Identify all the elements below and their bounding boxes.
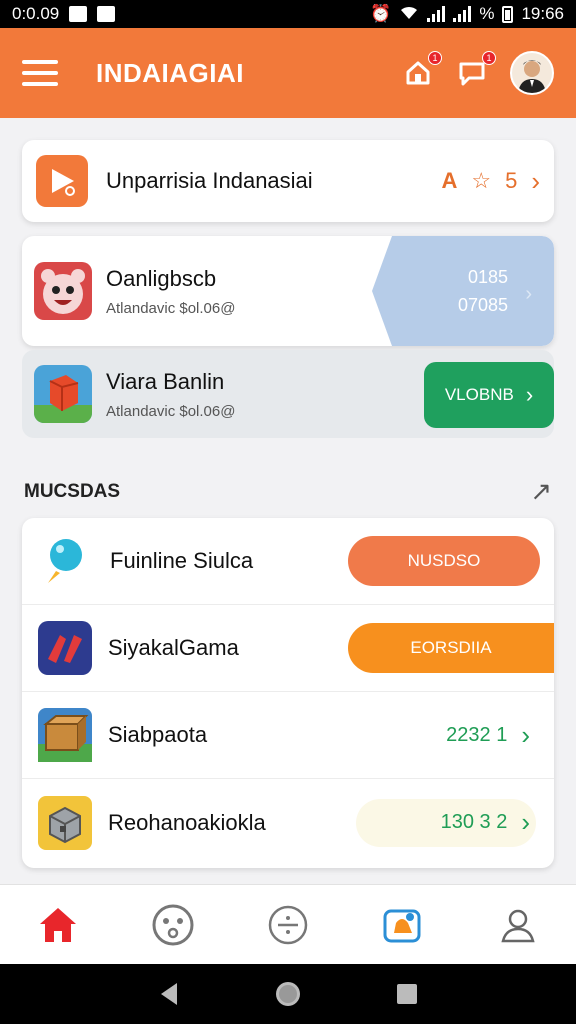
- play-app-icon: [36, 155, 88, 207]
- crate-icon: [38, 708, 92, 762]
- nav-puzzle[interactable]: [378, 900, 428, 950]
- section-title: MUCSDAS: [24, 480, 121, 502]
- game-list: Fuinline Siulca NUSDSO SiyakalGama EORSD…: [22, 518, 554, 868]
- recents-icon[interactable]: [395, 982, 419, 1006]
- app-header: INDAIAGIAI 1 1: [0, 28, 576, 118]
- promo2-button-label: VLOBNB: [444, 385, 514, 404]
- block-icon: [38, 795, 92, 850]
- list-item-label: SiyakalGama: [108, 635, 239, 660]
- chat-icon: [459, 62, 485, 86]
- home-icon: [406, 61, 430, 85]
- promo2-subtitle: Atlandavic $ol.06@: [106, 402, 236, 420]
- action-button[interactable]: NUSDSO: [348, 536, 540, 586]
- promo-card-1[interactable]: Oanligbscb Atlandavic $ol.06@ 0185 07085…: [22, 236, 554, 346]
- promo-card-2[interactable]: Viara Banlin Atlandavic $ol.06@ VLOBNB ›: [22, 350, 554, 438]
- rating-letter: A: [441, 168, 458, 193]
- battery-icon: [502, 5, 514, 23]
- nav-games[interactable]: [148, 900, 198, 950]
- avatar[interactable]: [510, 51, 554, 95]
- list-item-label: Siabpaota: [108, 722, 208, 747]
- chevron-right-icon: ›: [525, 283, 532, 305]
- promo1-flag-line2: 07085: [457, 295, 508, 315]
- face-icon: [152, 904, 194, 945]
- star-icon: ☆: [471, 168, 492, 193]
- rating-value: 5: [505, 168, 518, 193]
- promo2-title: Viara Banlin: [106, 368, 225, 394]
- list-item[interactable]: Siabpaota 2232 1 ›: [22, 692, 554, 779]
- list-item[interactable]: Fuinline Siulca NUSDSO: [22, 518, 554, 605]
- promo1-subtitle: Atlandavic $ol.06@: [106, 299, 236, 317]
- nav-divide[interactable]: [263, 900, 313, 950]
- puzzle-icon: [383, 909, 421, 942]
- promo1-title: Oanligbscb: [106, 265, 217, 291]
- nav-home[interactable]: [33, 900, 83, 950]
- promo1-flag[interactable]: 0185 07085 ›: [372, 236, 554, 346]
- promo1-flag-line1: 0185: [467, 267, 508, 287]
- expand-arrow-icon[interactable]: ↗: [530, 476, 552, 507]
- pig-game-icon: [34, 262, 92, 320]
- status-clock: 19:66: [521, 4, 564, 23]
- home-icon: [39, 907, 76, 942]
- signal-icon: [427, 6, 446, 22]
- chevron-right-icon[interactable]: ›: [531, 166, 540, 197]
- home-badge: 1: [428, 51, 442, 65]
- featured-card[interactable]: Unparrisia Indanasiai A ☆ 5 ›: [22, 140, 554, 222]
- bottom-nav: [0, 884, 576, 964]
- chat-badge: 1: [482, 51, 496, 65]
- chat-button[interactable]: 1: [456, 51, 496, 89]
- divide-icon: [268, 905, 308, 944]
- chevron-right-icon: ›: [525, 382, 534, 407]
- wifi-icon: [399, 4, 419, 25]
- status-bar: 0:0.09 ⏰ % 19:66: [0, 0, 576, 28]
- game-icon: [38, 621, 92, 675]
- cube-game-icon: [34, 365, 92, 423]
- featured-title: Unparrisia Indanasiai: [106, 168, 313, 193]
- message-icon: [97, 6, 116, 22]
- signal-icon-2: [453, 6, 472, 22]
- home-notification-button[interactable]: 1: [402, 51, 442, 89]
- notification-icon: [69, 6, 88, 22]
- menu-icon[interactable]: [22, 60, 58, 86]
- back-icon[interactable]: [157, 981, 181, 1007]
- score-readout[interactable]: 2232 1 ›: [446, 720, 530, 751]
- score-readout[interactable]: 130 3 2 ›: [441, 807, 530, 838]
- list-item[interactable]: SiyakalGama EORSDIIA: [22, 605, 554, 692]
- app-title: INDAIAGIAI: [96, 57, 244, 88]
- status-time: 0:0.09: [12, 4, 60, 23]
- home-circle-icon[interactable]: [274, 980, 302, 1008]
- chevron-right-icon: ›: [521, 719, 530, 750]
- score-value: 2232 1: [446, 723, 508, 746]
- alarm-icon: ⏰: [370, 4, 392, 23]
- action-button[interactable]: EORSDIIA: [348, 623, 554, 673]
- profile-icon: [501, 909, 535, 942]
- promo2-button[interactable]: VLOBNB ›: [424, 362, 554, 428]
- list-item-label: Reohanoakiokla: [108, 809, 266, 835]
- system-nav: [0, 964, 576, 1024]
- list-item[interactable]: Reohanoakiokla 130 3 2 ›: [22, 779, 554, 866]
- section-header: MUCSDAS ↗: [24, 476, 552, 507]
- score-value: 130 3 2: [440, 811, 508, 833]
- nav-profile[interactable]: [493, 900, 543, 950]
- balloon-icon: [48, 539, 82, 583]
- battery-percent: %: [479, 4, 495, 23]
- chevron-right-icon: ›: [521, 807, 530, 837]
- list-item-label: Fuinline Siulca: [110, 548, 254, 573]
